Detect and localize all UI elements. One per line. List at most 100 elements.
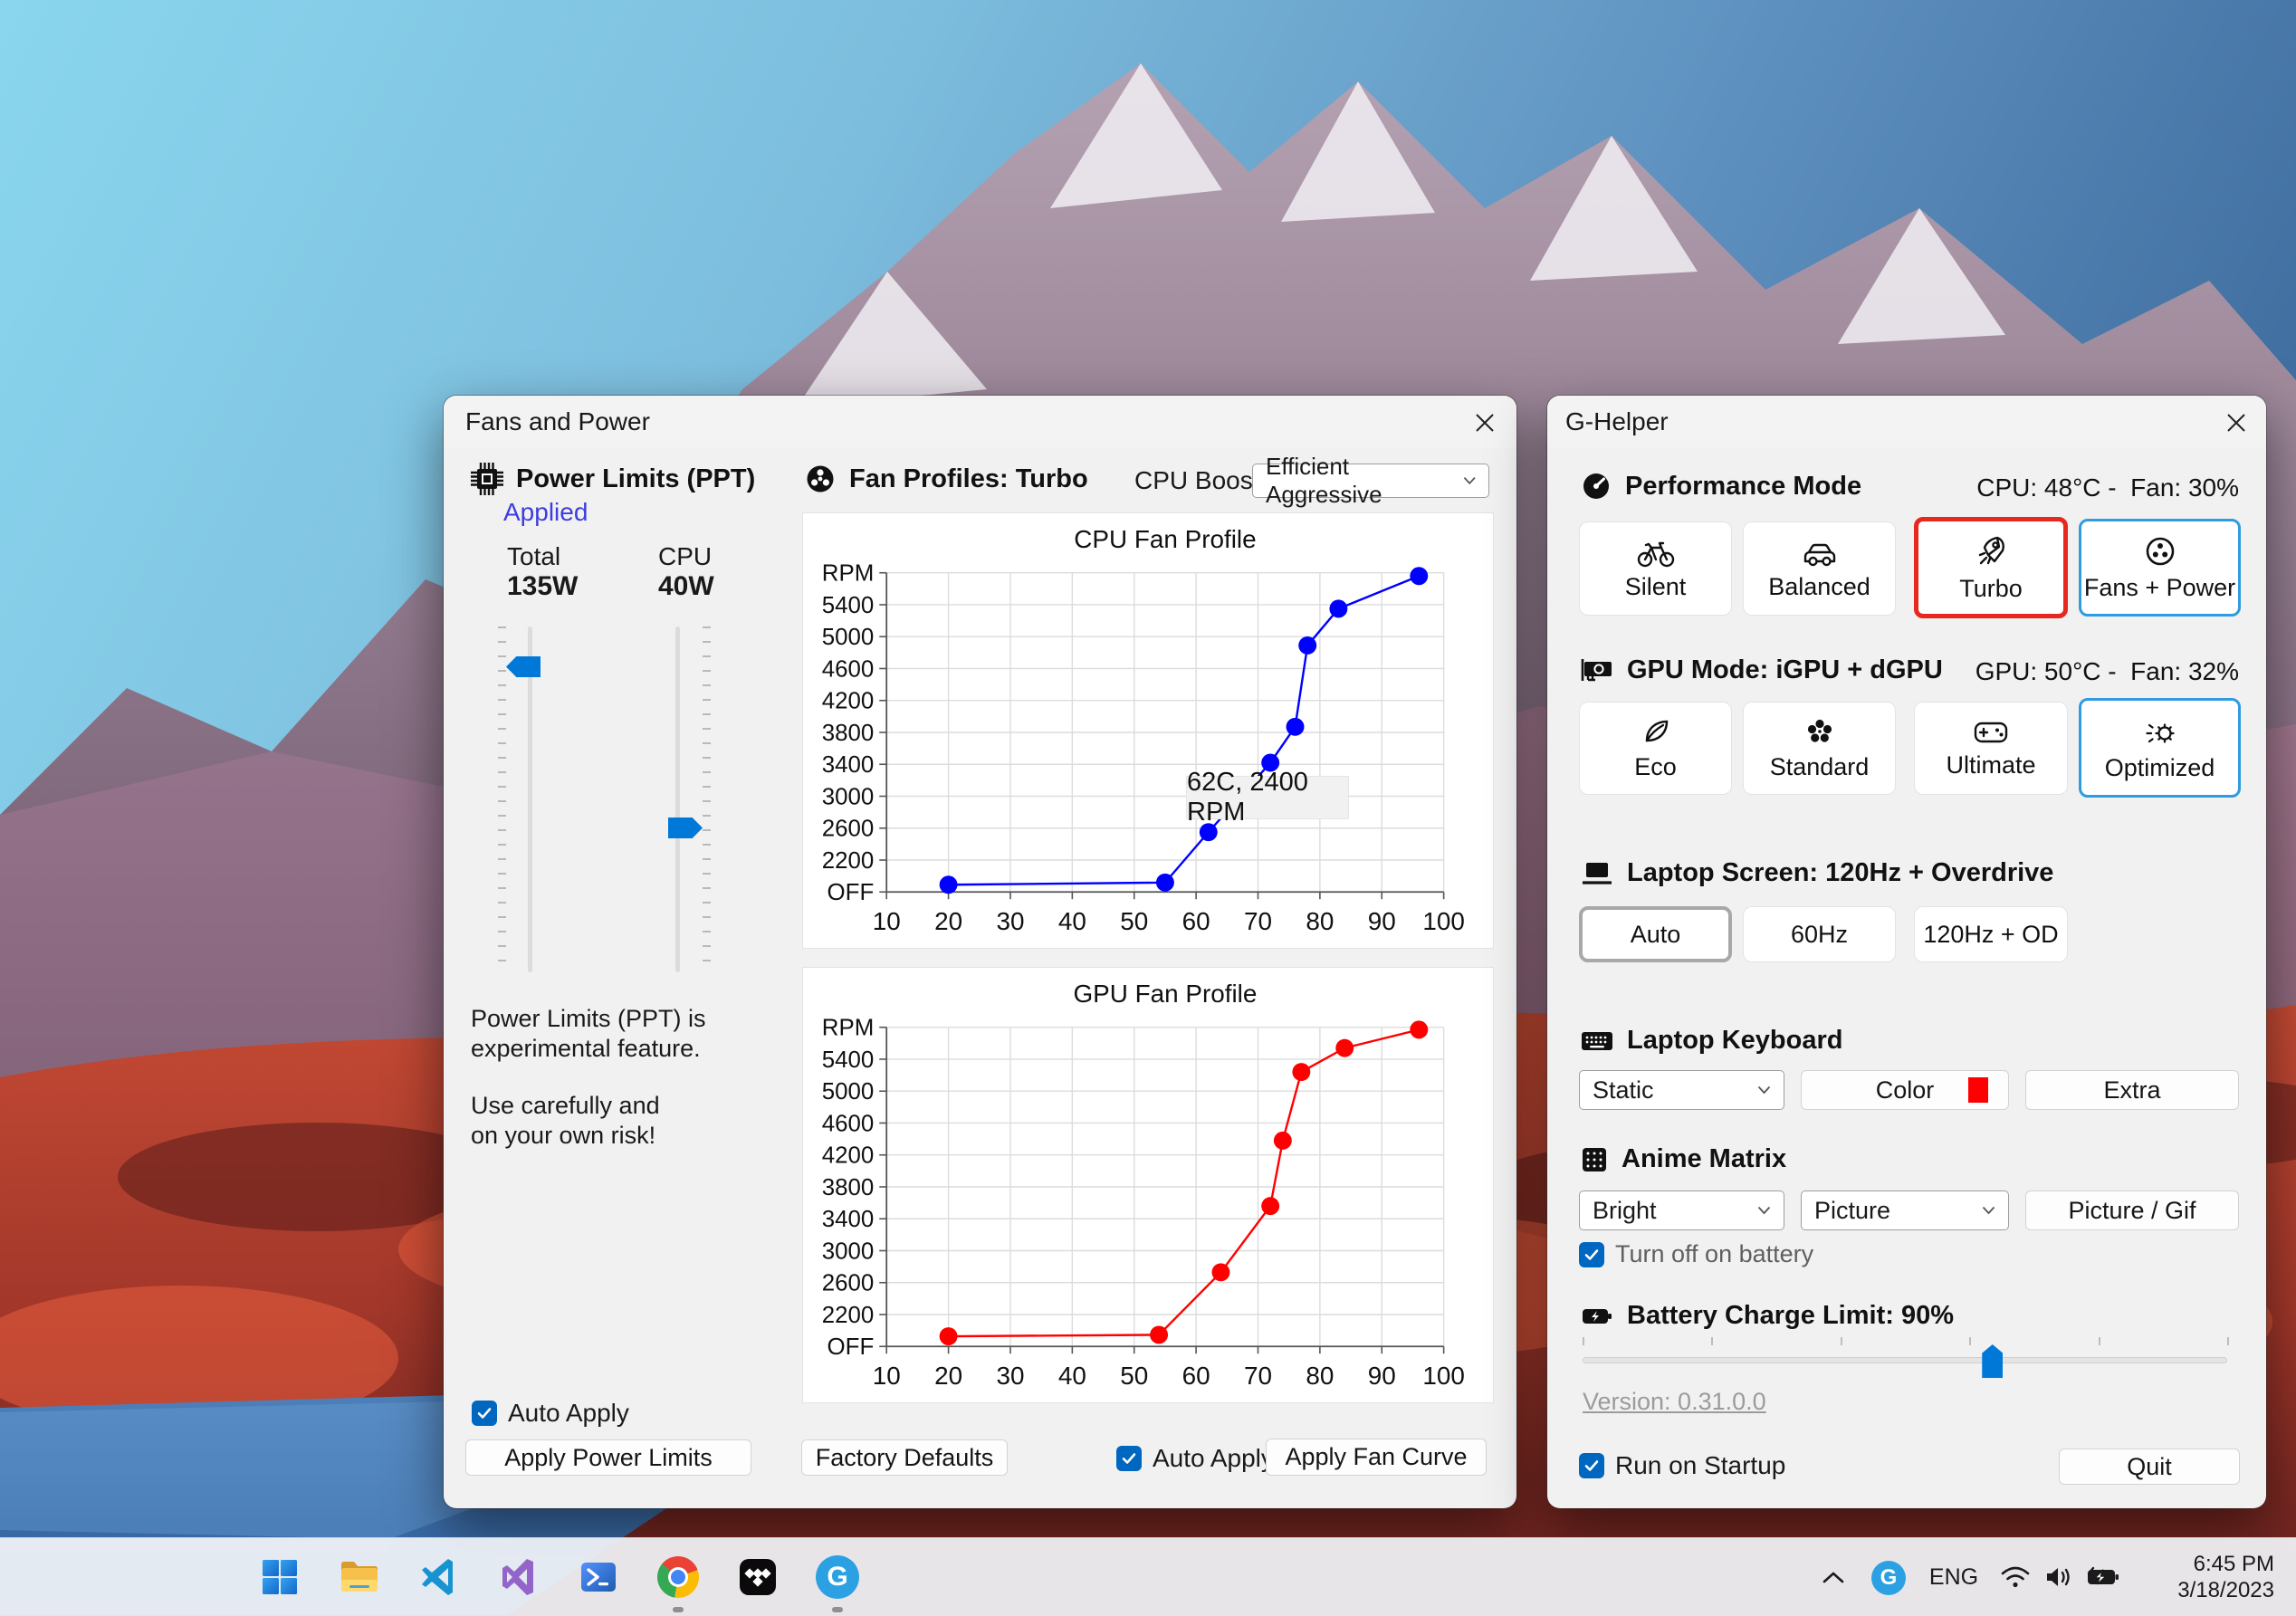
vscode-icon[interactable] [411, 1549, 467, 1605]
svg-text:100: 100 [1422, 907, 1465, 935]
close-icon [2227, 414, 2245, 432]
svg-text:4600: 4600 [822, 1111, 875, 1136]
battery-slider-thumb[interactable] [1982, 1344, 2004, 1378]
start-button[interactable] [252, 1549, 308, 1605]
running-indicator-chrome [673, 1607, 684, 1612]
tray-show-hidden-button[interactable] [1813, 1538, 1854, 1616]
svg-text:10: 10 [873, 1362, 901, 1390]
g-helper-taskbar-icon[interactable]: G [809, 1549, 866, 1605]
chrome-logo [657, 1556, 699, 1598]
gpu-mode-standard[interactable]: Standard [1743, 702, 1896, 795]
tidal-icon[interactable] [730, 1549, 786, 1605]
svg-text:2200: 2200 [822, 848, 875, 874]
keyboard-color-button[interactable]: Color [1801, 1070, 2009, 1110]
run-on-startup-checkbox[interactable] [1579, 1453, 1604, 1478]
gamepad-icon [1974, 722, 2008, 743]
matrix-picture-gif-button[interactable]: Picture / Gif [2025, 1190, 2239, 1230]
chrome-icon[interactable] [650, 1549, 706, 1605]
keyboard-mode-select[interactable]: Static [1579, 1070, 1784, 1110]
cpu-boost-select[interactable]: Efficient Aggressive [1252, 453, 1489, 508]
cpu-slider-track[interactable] [675, 626, 680, 972]
gpu-mode-optimized[interactable]: Optimized [2079, 698, 2241, 798]
gpu-mode-ultimate[interactable]: Ultimate [1914, 702, 2068, 795]
tray-language[interactable]: ENG [1925, 1538, 1983, 1616]
svg-text:90: 90 [1368, 907, 1396, 935]
matrix-icon [1583, 1147, 1606, 1171]
svg-text:20: 20 [934, 907, 962, 935]
ppt-warning-2: Use carefully and on your own risk! [471, 1092, 660, 1149]
svg-text:70: 70 [1244, 907, 1272, 935]
gpu-mode-eco[interactable]: Eco [1579, 702, 1732, 795]
battery-limit-header: Battery Charge Limit: 90% [1580, 1301, 1954, 1331]
keyboard-extra-button[interactable]: Extra [2025, 1070, 2239, 1110]
chevron-down-icon [1757, 1206, 1771, 1215]
fans-titlebar: Fans and Power [444, 396, 1516, 448]
cpu-boost-label: CPU Boost [1134, 466, 1260, 494]
screen-option-auto[interactable]: Auto [1579, 906, 1732, 962]
cpu-label: CPU [658, 542, 713, 570]
powershell-icon[interactable] [570, 1549, 627, 1605]
total-slider-ticks [498, 626, 506, 972]
check-icon [1584, 1460, 1599, 1471]
cpu-slider-thumb[interactable] [668, 818, 703, 838]
close-button[interactable] [2212, 406, 2261, 440]
svg-text:5400: 5400 [822, 593, 875, 618]
screen-option-120hz-od[interactable]: 120Hz + OD [1914, 906, 2068, 962]
power-limits-title: Power Limits (PPT) [516, 464, 756, 493]
battery-icon [1583, 1308, 1612, 1324]
svg-text:50: 50 [1120, 1362, 1148, 1390]
visual-studio-icon[interactable] [491, 1549, 547, 1605]
total-slider-track[interactable] [528, 626, 532, 972]
svg-text:5400: 5400 [822, 1047, 875, 1073]
svg-text:60: 60 [1182, 1362, 1210, 1390]
file-explorer-icon[interactable] [331, 1549, 387, 1605]
battery-slider-track[interactable] [1583, 1357, 2227, 1363]
cpu-fan-chart-panel: CPU Fan Profile 10 20 30 40 50 60 70 80 90 100 OFF 2… [802, 512, 1494, 949]
ghelper-titlebar: G-Helper [1547, 396, 2266, 448]
gpu-fan-chart[interactable]: GPU Fan Profile 10 20 30 40 50 60 70 80 90 100 OFF 2… [803, 968, 1493, 1402]
fan-auto-apply-checkbox[interactable] [1116, 1446, 1142, 1471]
perf-mode-fans-power[interactable]: Fans + Power [2079, 519, 2241, 617]
rocket-icon [1978, 536, 2004, 564]
tray-volume-icon[interactable] [2039, 1538, 2079, 1616]
matrix-brightness-select[interactable]: Bright [1579, 1190, 1784, 1230]
tray-g-helper-icon[interactable]: G [1870, 1560, 1907, 1596]
quit-button[interactable]: Quit [2059, 1449, 2240, 1485]
perf-mode-turbo[interactable]: Turbo [1914, 517, 2068, 618]
perf-mode-silent[interactable]: Silent [1579, 521, 1732, 616]
battery-charging-icon [2087, 1566, 2119, 1585]
tray-wifi-icon[interactable] [1995, 1538, 2035, 1616]
total-value: 135W [507, 571, 579, 601]
cpu-slider-ticks [703, 626, 711, 972]
tray-battery-icon[interactable] [2081, 1538, 2124, 1616]
apply-power-limits-button[interactable]: Apply Power Limits [465, 1439, 751, 1476]
svg-text:OFF: OFF [828, 880, 875, 905]
cpu-fan-chart[interactable]: CPU Fan Profile 10 20 30 40 50 60 70 80 90 100 OFF 2… [803, 513, 1493, 948]
run-on-startup-row: Run on Startup [1579, 1451, 1785, 1480]
svg-text:30: 30 [996, 907, 1024, 935]
chip-icon [471, 463, 503, 495]
screen-option-60hz[interactable]: 60Hz [1743, 906, 1896, 962]
car-icon [1803, 543, 1835, 566]
taskbar: G G ENG 6:45 PM 3/18/2023 [0, 1537, 2296, 1616]
svg-text:4200: 4200 [822, 1143, 875, 1169]
svg-text:40: 40 [1058, 907, 1086, 935]
power-auto-apply-checkbox[interactable] [472, 1401, 497, 1426]
speedometer-icon [1583, 473, 1609, 499]
leaf-icon [1645, 720, 1668, 742]
chevron-down-icon [1757, 1085, 1771, 1095]
window-title: G-Helper [1565, 407, 1669, 435]
perf-mode-balanced[interactable]: Balanced [1743, 521, 1896, 616]
color-swatch [1968, 1077, 1988, 1103]
tray-clock[interactable]: 6:45 PM 3/18/2023 [2177, 1538, 2274, 1616]
cpu-value: 40W [658, 571, 714, 601]
close-icon [1476, 414, 1494, 432]
close-button[interactable] [1460, 406, 1509, 440]
apply-fan-curve-button[interactable]: Apply Fan Curve [1266, 1439, 1487, 1476]
total-slider-thumb[interactable] [506, 656, 541, 677]
version-link[interactable]: Version: 0.31.0.0 [1583, 1388, 1766, 1416]
turn-off-on-battery-checkbox[interactable] [1579, 1241, 1604, 1267]
factory-defaults-button[interactable]: Factory Defaults [801, 1439, 1008, 1476]
matrix-mode-select[interactable]: Picture [1801, 1190, 2009, 1230]
svg-text:RPM: RPM [822, 1016, 875, 1041]
